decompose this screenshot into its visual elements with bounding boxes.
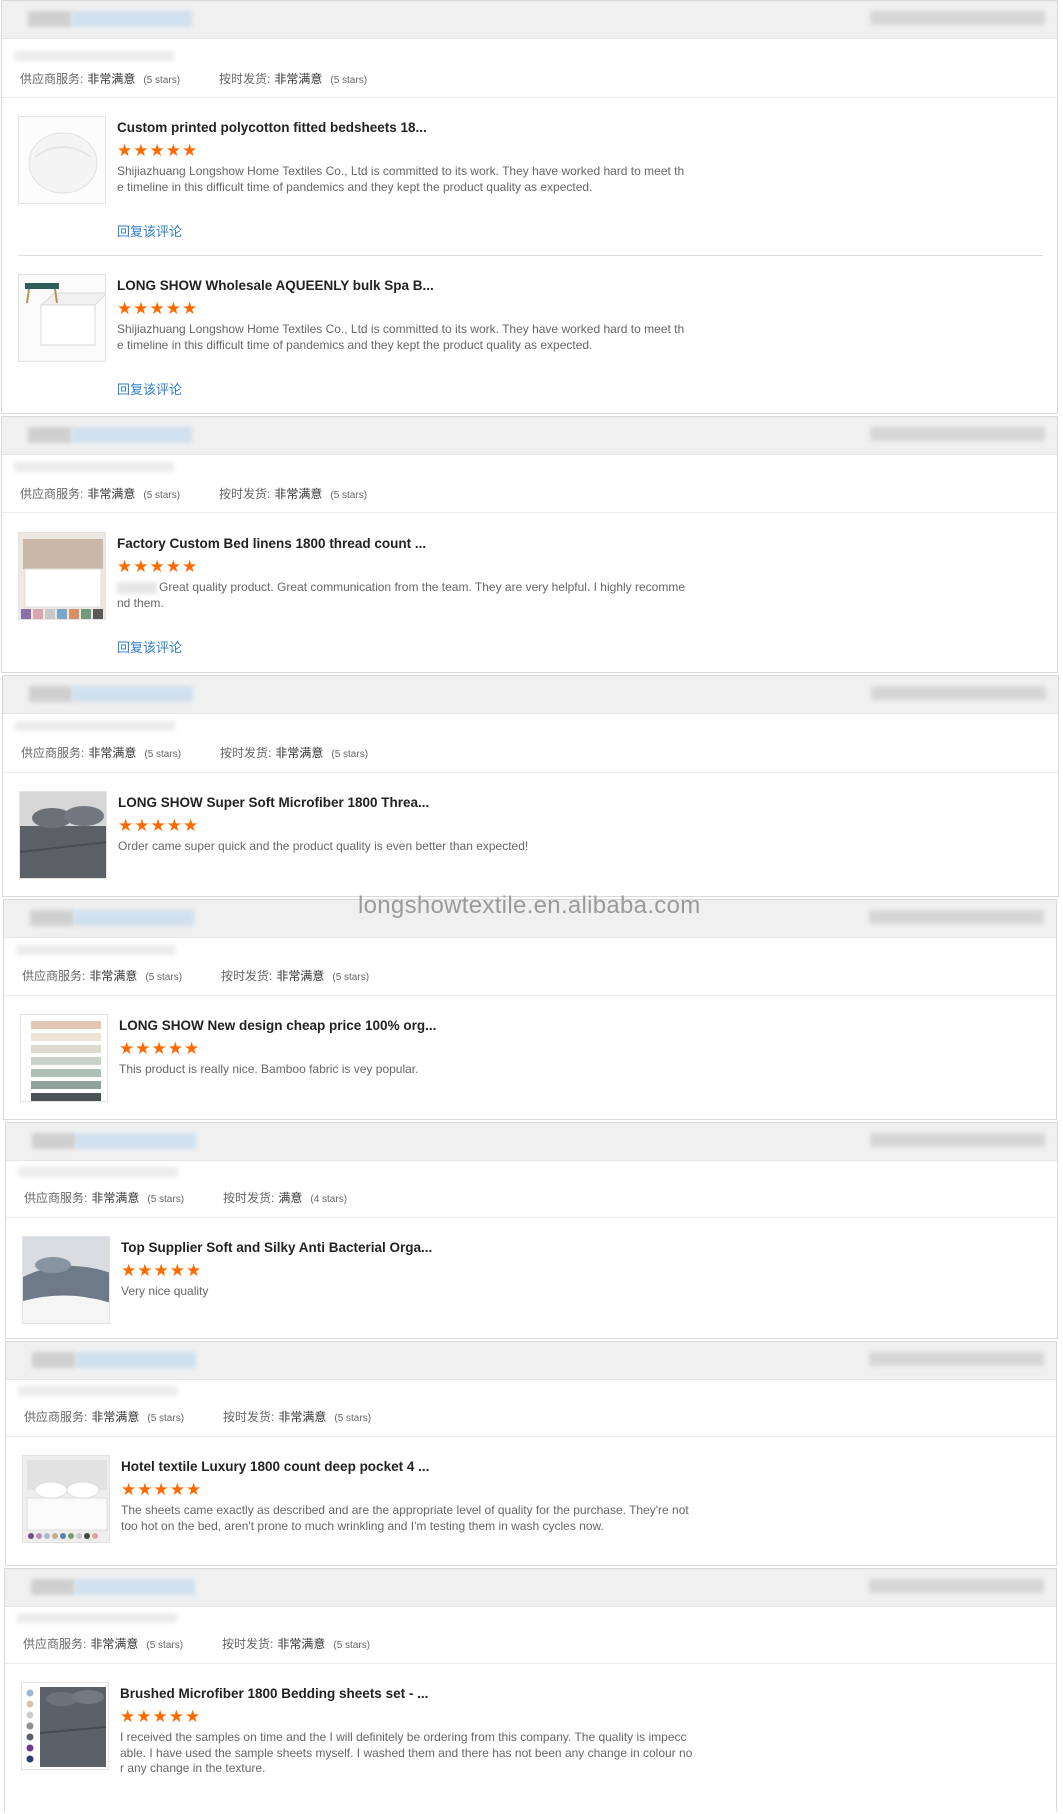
service-rating: 供应商服务: 非常满意 (5 stars) bbox=[23, 1637, 184, 1651]
watermark-text: longshowtextile.en.alibaba.com bbox=[358, 892, 701, 919]
product-title[interactable]: Custom printed polycotton fitted bedshee… bbox=[117, 120, 427, 135]
review-text: Order came super quick and the product q… bbox=[118, 839, 529, 853]
buyer-avatar bbox=[28, 11, 72, 27]
rating-row: 供应商服务: 非常满意 (5 stars) 按时发货: 非常满意 (5 stars) bbox=[5, 1635, 1056, 1651]
ontime-rating: 按时发货: 满意 (4 stars) bbox=[223, 1191, 348, 1205]
buyer-name bbox=[75, 1579, 195, 1595]
star-rating: ★★★★★ bbox=[117, 557, 199, 576]
product-image[interactable] bbox=[18, 116, 106, 204]
review-date bbox=[869, 910, 1044, 924]
service-rating: 供应商服务: 非常满意 (5 stars) bbox=[20, 72, 181, 86]
review-date bbox=[869, 1579, 1044, 1593]
review-header bbox=[5, 1569, 1056, 1607]
review-date bbox=[870, 11, 1045, 25]
review-header bbox=[2, 417, 1057, 455]
buyer-name bbox=[72, 11, 192, 27]
reply-link[interactable]: 回复该评论 bbox=[117, 221, 182, 240]
review-card: 供应商服务: 非常满意 (5 stars) 按时发货: 非常满意 (5 stars) L… bbox=[2, 675, 1059, 897]
buyer-avatar bbox=[29, 686, 73, 702]
buyer-name bbox=[74, 910, 194, 926]
reply-link[interactable]: 回复该评论 bbox=[117, 637, 182, 656]
product-title[interactable]: Top Supplier Soft and Silky Anti Bacteri… bbox=[121, 1240, 432, 1255]
review-card: 供应商服务: 非常满意 (5 stars) 按时发货: 非常满意 (5 stars) F… bbox=[1, 416, 1058, 673]
review-text: I received the samples on time and the I… bbox=[120, 1730, 693, 1775]
rating-row: 供应商服务: 非常满意 (5 stars) 按时发货: 非常满意 (5 stars) bbox=[4, 967, 1056, 983]
ontime-rating: 按时发货: 非常满意 (5 stars) bbox=[219, 487, 368, 501]
review-card: 供应商服务: 非常满意 (5 stars) 按时发货: 非常满意 (5 stars) L… bbox=[3, 899, 1057, 1120]
buyer-name bbox=[73, 686, 193, 702]
product-image[interactable] bbox=[21, 1682, 109, 1770]
product-image[interactable] bbox=[18, 274, 106, 362]
review-header bbox=[2, 1, 1057, 39]
review-card: 供应商服务: 非常满意 (5 stars) 按时发货: 非常满意 (5 stars) H… bbox=[5, 1341, 1057, 1566]
buyer-name bbox=[72, 427, 192, 443]
rating-row: 供应商服务: 非常满意 (5 stars) 按时发货: 非常满意 (5 stars) bbox=[2, 70, 1057, 86]
star-rating: ★★★★★ bbox=[121, 1480, 203, 1499]
review-date bbox=[870, 1133, 1045, 1147]
service-rating: 供应商服务: 非常满意 (5 stars) bbox=[20, 487, 181, 501]
rating-row: 供应商服务: 非常满意 (5 stars) 按时发货: 非常满意 (5 stars) bbox=[6, 1408, 1056, 1424]
review-text: Very nice quality bbox=[121, 1284, 209, 1298]
product-title[interactable]: Hotel textile Luxury 1800 count deep poc… bbox=[121, 1459, 429, 1474]
star-rating: ★★★★★ bbox=[121, 1261, 203, 1280]
buyer-name bbox=[76, 1352, 196, 1368]
buyer-info bbox=[17, 1613, 177, 1623]
buyer-avatar bbox=[28, 427, 72, 443]
ontime-rating: 按时发货: 非常满意 (5 stars) bbox=[220, 746, 369, 760]
product-image[interactable] bbox=[18, 532, 106, 620]
review-text: Shijiazhuang Longshow Home Textiles Co.,… bbox=[117, 322, 685, 352]
review-text: This product is really nice. Bamboo fabr… bbox=[119, 1062, 419, 1076]
buyer-avatar bbox=[32, 1133, 76, 1149]
review-header bbox=[6, 1342, 1056, 1380]
star-rating: ★★★★★ bbox=[117, 299, 199, 318]
buyer-avatar bbox=[31, 1579, 75, 1595]
buyer-avatar bbox=[30, 910, 74, 926]
star-rating: ★★★★★ bbox=[118, 816, 200, 835]
reply-link[interactable]: 回复该评论 bbox=[117, 379, 182, 398]
buyer-info bbox=[18, 1167, 178, 1177]
product-title[interactable]: Factory Custom Bed linens 1800 thread co… bbox=[117, 536, 426, 551]
star-rating: ★★★★★ bbox=[120, 1707, 202, 1726]
buyer-info bbox=[16, 945, 176, 955]
rating-row: 供应商服务: 非常满意 (5 stars) 按时发货: 满意 (4 stars) bbox=[6, 1189, 1057, 1205]
review-date bbox=[870, 427, 1045, 441]
buyer-info bbox=[18, 1386, 178, 1396]
review-card: 供应商服务: 非常满意 (5 stars) 按时发货: 满意 (4 stars) Top… bbox=[5, 1122, 1058, 1339]
review-header bbox=[6, 1123, 1057, 1161]
product-image[interactable] bbox=[22, 1455, 110, 1543]
service-rating: 供应商服务: 非常满意 (5 stars) bbox=[24, 1410, 185, 1424]
service-rating: 供应商服务: 非常满意 (5 stars) bbox=[22, 969, 183, 983]
review-card: 供应商服务: 非常满意 (5 stars) 按时发货: 非常满意 (5 stars) B… bbox=[4, 1568, 1057, 1812]
product-image[interactable] bbox=[20, 1014, 108, 1102]
service-rating: 供应商服务: 非常满意 (5 stars) bbox=[21, 746, 182, 760]
review-text: Shijiazhuang Longshow Home Textiles Co.,… bbox=[117, 164, 685, 194]
product-title[interactable]: LONG SHOW New design cheap price 100% or… bbox=[119, 1018, 436, 1033]
rating-row: 供应商服务: 非常满意 (5 stars) 按时发货: 非常满意 (5 stars) bbox=[3, 744, 1058, 760]
review-text: The sheets came exactly as described and… bbox=[121, 1503, 689, 1533]
buyer-info bbox=[15, 721, 175, 731]
product-image[interactable] bbox=[22, 1236, 110, 1324]
rating-row: 供应商服务: 非常满意 (5 stars) 按时发货: 非常满意 (5 stars) bbox=[2, 485, 1057, 501]
ontime-rating: 按时发货: 非常满意 (5 stars) bbox=[221, 969, 370, 983]
service-rating: 供应商服务: 非常满意 (5 stars) bbox=[24, 1191, 185, 1205]
review-header bbox=[3, 676, 1058, 714]
buyer-name bbox=[76, 1133, 196, 1149]
buyer-info bbox=[14, 51, 174, 61]
review-card: 供应商服务: 非常满意 (5 stars) 按时发货: 非常满意 (5 stars) C… bbox=[1, 0, 1058, 414]
product-image[interactable] bbox=[19, 791, 107, 879]
star-rating: ★★★★★ bbox=[119, 1039, 201, 1058]
product-title[interactable]: LONG SHOW Super Soft Microfiber 1800 Thr… bbox=[118, 795, 429, 810]
ontime-rating: 按时发货: 非常满意 (5 stars) bbox=[222, 1637, 371, 1651]
star-rating: ★★★★★ bbox=[117, 141, 199, 160]
product-title[interactable]: LONG SHOW Wholesale AQUEENLY bulk Spa B.… bbox=[117, 278, 434, 293]
product-title[interactable]: Brushed Microfiber 1800 Bedding sheets s… bbox=[120, 1686, 428, 1701]
review-date bbox=[869, 1352, 1044, 1366]
ontime-rating: 按时发货: 非常满意 (5 stars) bbox=[219, 72, 368, 86]
buyer-info bbox=[14, 462, 174, 472]
review-text: Great quality product. Great communicati… bbox=[117, 580, 686, 610]
buyer-avatar bbox=[32, 1352, 76, 1368]
review-date bbox=[871, 686, 1046, 700]
ontime-rating: 按时发货: 非常满意 (5 stars) bbox=[223, 1410, 372, 1424]
